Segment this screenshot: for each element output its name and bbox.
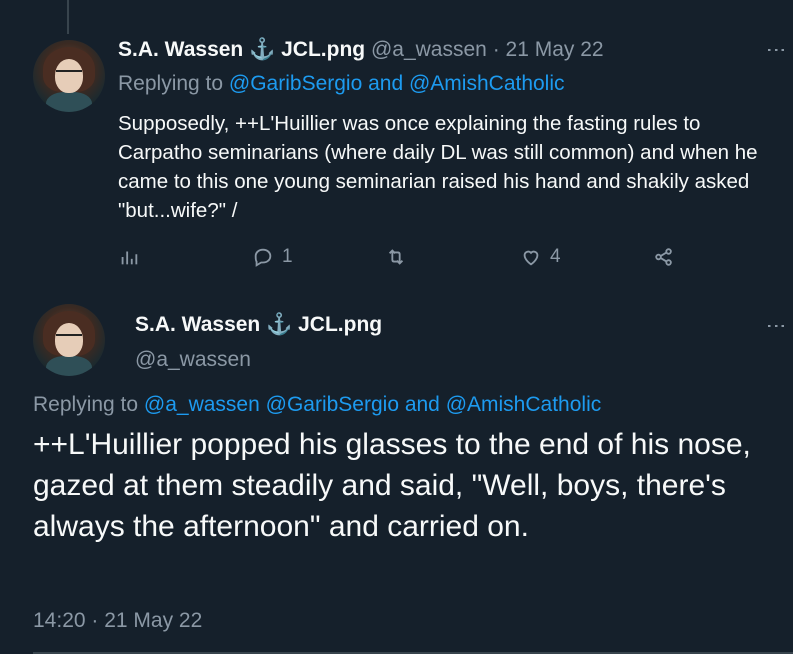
replying-prefix: Replying to (33, 393, 139, 416)
replying-prefix: Replying to (118, 72, 224, 95)
tweet-date[interactable]: 21 May 22 (506, 38, 604, 61)
tweet-text: Supposedly, ++L'Huillier was once explai… (118, 112, 758, 222)
analytics-button[interactable] (118, 246, 140, 268)
user-handle[interactable]: @a_wassen (135, 348, 251, 372)
retweet-button[interactable] (385, 246, 415, 268)
separator-dot: · (492, 38, 500, 61)
tweet-text: ++L'Huillier popped his glasses to the e… (33, 428, 751, 543)
display-name-suffix[interactable]: JCL.png (298, 313, 382, 336)
replying-to-links[interactable]: @GaribSergio and @AmishCatholic (229, 72, 565, 95)
like-icon (523, 250, 539, 266)
user-handle[interactable]: @a_wassen (371, 38, 487, 61)
analytics-icon (121, 251, 138, 265)
share-button[interactable] (653, 246, 675, 268)
more-options-icon[interactable]: ⋮ (764, 40, 788, 60)
like-count: 4 (550, 246, 561, 267)
avatar[interactable] (33, 304, 105, 376)
tweet-actions: 1 4 (118, 246, 688, 274)
tweet-header: S.A. Wassen ⚓ JCL.png (135, 313, 382, 337)
replying-to: Replying to @a_wassen @GaribSergio and @… (33, 393, 601, 417)
reply-icon (254, 248, 272, 267)
display-name[interactable]: S.A. Wassen (118, 38, 243, 61)
tweet-header: S.A. Wassen ⚓ JCL.png @a_wassen · 21 May… (118, 38, 604, 62)
like-button[interactable]: 4 (520, 246, 561, 268)
more-options-icon[interactable]: ⋮ (764, 316, 788, 336)
thread-connector-line (67, 0, 69, 34)
replying-to: Replying to @GaribSergio and @AmishCatho… (118, 72, 565, 96)
reply-count: 1 (282, 246, 293, 267)
display-name[interactable]: S.A. Wassen (135, 313, 260, 336)
share-icon (655, 248, 672, 266)
anchor-icon: ⚓ (266, 313, 293, 336)
reply-button[interactable]: 1 (252, 246, 293, 268)
avatar[interactable] (33, 40, 105, 112)
tweet-timestamp[interactable]: 14:20 · 21 May 22 (33, 609, 202, 633)
anchor-icon: ⚓ (249, 38, 276, 61)
retweet-icon (388, 249, 404, 265)
display-name-suffix[interactable]: JCL.png (281, 38, 365, 61)
replying-to-links[interactable]: @a_wassen @GaribSergio and @AmishCatholi… (144, 393, 601, 416)
